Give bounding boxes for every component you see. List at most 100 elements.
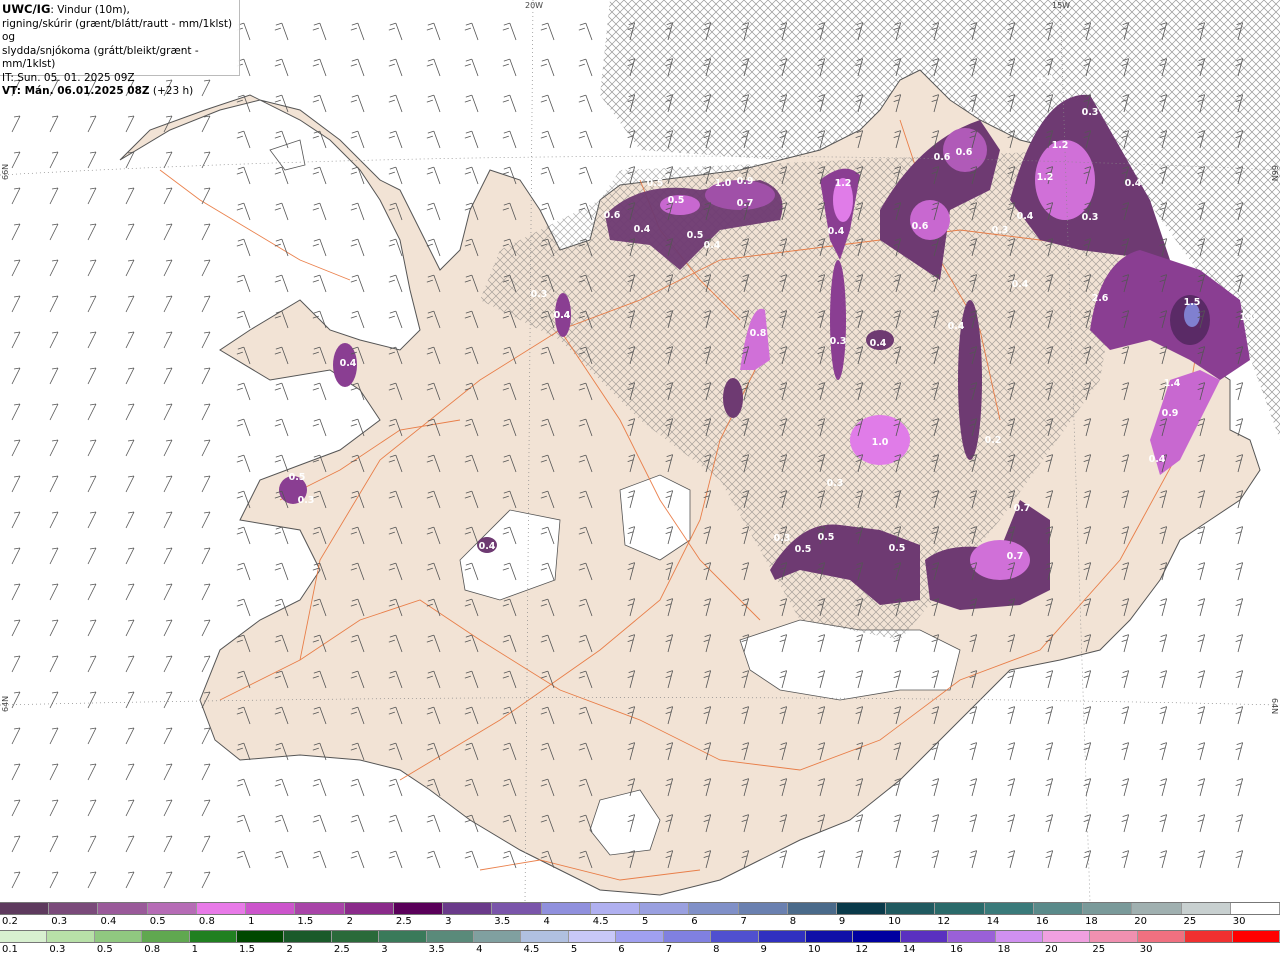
scale-swatch bbox=[47, 931, 95, 942]
scale-swatch bbox=[1132, 903, 1182, 914]
brand-label: UWC/IG bbox=[2, 2, 51, 16]
scale-swatch bbox=[689, 903, 739, 914]
scale-label: 6 bbox=[618, 944, 625, 955]
scale-swatch bbox=[1137, 931, 1186, 942]
scale-swatch bbox=[1083, 903, 1133, 914]
precip-value: 1.0 bbox=[872, 437, 889, 448]
scale-label: 3 bbox=[445, 916, 452, 927]
scale-swatch bbox=[836, 903, 887, 914]
scale-label: 10 bbox=[807, 944, 821, 955]
scale-label: 2.5 bbox=[395, 916, 412, 927]
scale-swatch bbox=[393, 903, 444, 914]
scale-label: 3.5 bbox=[428, 944, 445, 955]
scale-label: 0.5 bbox=[149, 916, 166, 927]
precip-value: 0.8 bbox=[750, 328, 767, 339]
scale-swatch bbox=[142, 931, 190, 942]
scale-label: 4 bbox=[476, 944, 483, 955]
scale-swatch bbox=[0, 903, 50, 914]
precip-value: 0.5 bbox=[668, 195, 685, 206]
precip-value: 0.4 bbox=[340, 358, 357, 369]
scale-swatch bbox=[246, 903, 296, 914]
precip-value: 2.6 bbox=[1092, 293, 1109, 304]
scale-swatch bbox=[344, 903, 394, 914]
scale-label: 25 bbox=[1183, 916, 1197, 927]
precip-value: 0.4 bbox=[1149, 454, 1166, 465]
scale-label: 3.5 bbox=[494, 916, 511, 927]
scale-label: 2 bbox=[286, 944, 293, 955]
map-header: UWC/IG: Vindur (10m), rigning/skúrir (gr… bbox=[0, 0, 240, 97]
forecast-map: 20W 15W 66N 64N 66N 64N 0.31.20.6 0.60.50… bbox=[0, 0, 1280, 902]
precip-value: 0.3 bbox=[298, 495, 315, 506]
scale-label: 14 bbox=[986, 916, 1000, 927]
scale-label: 0.5 bbox=[96, 944, 113, 955]
scale-swatch bbox=[1033, 903, 1084, 914]
precip-value: 1.2 bbox=[1037, 172, 1054, 183]
header-line-3: slydda/snjókoma (grátt/bleikt/grænt - mm… bbox=[2, 44, 199, 71]
scale-label: 5 bbox=[642, 916, 649, 927]
precip-value: 0.3 bbox=[531, 289, 548, 300]
scale-swatch bbox=[590, 903, 641, 914]
scale-label: 0.8 bbox=[198, 916, 215, 927]
lat-label-64n-right: 64N bbox=[1270, 698, 1279, 714]
scale-label: 1 bbox=[191, 944, 198, 955]
precip-value: 0.5 bbox=[889, 543, 906, 554]
scale-label: 14 bbox=[902, 944, 916, 955]
scale-swatch bbox=[738, 903, 788, 914]
scale-label: 5 bbox=[570, 944, 578, 955]
scale-label: 8 bbox=[789, 916, 797, 927]
scale-swatch bbox=[995, 931, 1043, 942]
scale-label: 12 bbox=[855, 944, 869, 955]
lat-label-64n-left: 64N bbox=[1, 696, 10, 712]
precip-value: 0.3 bbox=[774, 533, 791, 544]
scale-swatch bbox=[284, 931, 332, 942]
precip-value: 1.0 bbox=[715, 178, 732, 189]
scale-label: 0.3 bbox=[51, 916, 68, 927]
scale-swatch bbox=[0, 931, 48, 942]
scale-swatch bbox=[443, 903, 493, 914]
scale-label: 12 bbox=[937, 916, 951, 927]
lon-label-20w: 20W bbox=[525, 1, 543, 10]
scale-label: 0.4 bbox=[100, 916, 117, 927]
precip-value: 0.7 bbox=[1007, 551, 1024, 562]
init-time: IT: Sun. 05. 01. 2025 09Z bbox=[2, 71, 135, 84]
scale-label: 7 bbox=[665, 944, 673, 955]
scale-label: 3 bbox=[381, 944, 388, 955]
scale-label: 30 bbox=[1232, 916, 1246, 927]
scale-swatch bbox=[948, 931, 996, 942]
scale-label: 9 bbox=[838, 916, 846, 927]
scale-label: 1.5 bbox=[239, 944, 255, 955]
scale-label: 0.8 bbox=[144, 944, 161, 955]
precip-value: 0.9 bbox=[737, 176, 754, 187]
scale-label: 18 bbox=[1085, 916, 1098, 927]
rain-color-scale: 0.1 0.3 0.5 0.8 1 1.5 2 2.5 3 3.5 4 4.5 5 6 7 8 9 10 12 14 1… bbox=[0, 930, 1280, 958]
scale-label: 9 bbox=[760, 944, 767, 955]
header-line-1: : Vindur (10m), bbox=[50, 4, 130, 16]
scale-swatch bbox=[616, 931, 664, 942]
precip-value: 0.3 bbox=[1082, 107, 1099, 118]
scale-swatch bbox=[541, 903, 591, 914]
precip-value: 0.6 bbox=[604, 210, 621, 221]
scale-swatch bbox=[474, 931, 522, 942]
scale-label: 4.5 bbox=[523, 944, 540, 955]
scale-swatch bbox=[1232, 931, 1280, 942]
precip-value: 0.4 bbox=[870, 338, 887, 349]
scale-swatch bbox=[147, 903, 197, 914]
scale-swatch bbox=[94, 931, 143, 942]
scale-label: 8 bbox=[713, 944, 720, 955]
scale-label: 2.5 bbox=[333, 944, 350, 955]
valid-time: VT: Mán. 06.01.2025 08Z bbox=[2, 85, 150, 97]
scale-label: 4.5 bbox=[592, 916, 609, 927]
precip-value: 0.2 bbox=[985, 435, 1002, 446]
scale-swatch bbox=[1181, 903, 1231, 914]
scale-label: 7 bbox=[740, 916, 747, 927]
precip-value: 0.3 bbox=[1082, 212, 1099, 223]
scale-swatch bbox=[98, 903, 148, 914]
scale-swatch bbox=[331, 931, 380, 942]
scale-label: 16 bbox=[1035, 916, 1049, 927]
scale-label: 20 bbox=[1044, 944, 1058, 955]
scale-swatch bbox=[787, 903, 837, 914]
scale-label: 4 bbox=[543, 916, 550, 927]
precip-value: 0.3 bbox=[830, 336, 847, 347]
header-line-2: rigning/skúrir (grænt/blátt/rautt - mm/1… bbox=[2, 17, 233, 44]
scale-swatch bbox=[237, 931, 285, 942]
